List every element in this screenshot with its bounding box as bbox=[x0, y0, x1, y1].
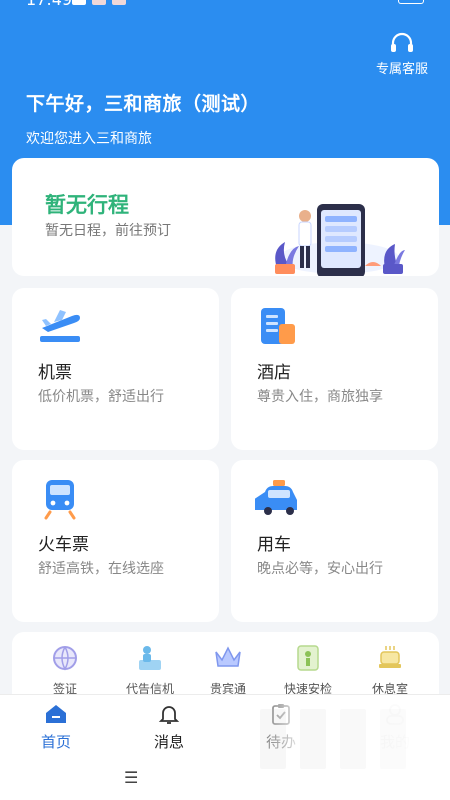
service-visa[interactable]: 签证 bbox=[25, 644, 105, 697]
car-card[interactable]: 用车 晚点必等，安心出行 bbox=[231, 460, 438, 622]
bell-icon bbox=[158, 706, 180, 724]
home-icon bbox=[46, 705, 66, 723]
tab-home[interactable]: 首页 bbox=[16, 703, 96, 752]
hotel-icon bbox=[261, 308, 295, 344]
notification-icon bbox=[72, 0, 86, 5]
trip-subtitle: 暂无日程，前往预订 bbox=[45, 223, 171, 239]
car-card-title: 用车 bbox=[257, 535, 291, 555]
status-time: 17:49 bbox=[26, 0, 72, 9]
service-lounge[interactable]: 休息室 bbox=[350, 644, 430, 697]
tab-label: 首页 bbox=[40, 733, 71, 751]
flight-card-title: 机票 bbox=[38, 363, 72, 383]
car-card-desc: 晚点必等，安心出行 bbox=[257, 561, 383, 577]
customer-service-button[interactable]: 专属客服 bbox=[370, 32, 434, 77]
headset-icon bbox=[391, 32, 413, 52]
hotel-card-desc: 尊贵入住，商旅独享 bbox=[257, 389, 383, 405]
service-check-in[interactable]: 代告信机 bbox=[110, 644, 190, 697]
lounge-icon bbox=[379, 646, 401, 668]
welcome-text: 欢迎您进入三和商旅 bbox=[26, 131, 152, 147]
decorative-overlay bbox=[240, 695, 450, 800]
status-bar: 17:49 bbox=[0, 0, 450, 9]
trip-card[interactable]: 暂无行程 暂无日程，前往预订 bbox=[12, 158, 439, 276]
notification-icon bbox=[92, 0, 106, 5]
customer-service-label: 专属客服 bbox=[375, 62, 428, 77]
crown-icon bbox=[215, 646, 241, 667]
tab-messages[interactable]: 消息 bbox=[129, 703, 209, 752]
train-card-title: 火车票 bbox=[38, 535, 89, 555]
greeting-title: 下午好，三和商旅（测试） bbox=[26, 93, 261, 115]
check-in-icon bbox=[139, 646, 161, 670]
more-services-panel: 签证 代告信机 贵宾通 快速安检 休息室 bbox=[12, 632, 439, 702]
hotel-card-title: 酒店 bbox=[257, 363, 291, 383]
train-icon bbox=[44, 480, 76, 520]
flight-card-desc: 低价机票，舒适出行 bbox=[38, 389, 164, 405]
menu-icon[interactable]: ☰ bbox=[124, 768, 138, 787]
globe-icon bbox=[53, 646, 77, 671]
trip-illustration bbox=[275, 204, 405, 276]
battery-icon bbox=[398, 0, 424, 4]
security-gate-icon bbox=[297, 645, 319, 671]
notification-icon bbox=[112, 0, 126, 5]
service-vip[interactable]: 贵宾通 bbox=[188, 644, 268, 697]
service-fast-security[interactable]: 快速安检 bbox=[268, 644, 348, 697]
train-card-desc: 舒适高铁，在线选座 bbox=[38, 561, 164, 577]
flight-card[interactable]: 机票 低价机票，舒适出行 bbox=[12, 288, 219, 450]
taxi-icon bbox=[255, 480, 297, 515]
tab-label: 消息 bbox=[153, 733, 184, 751]
airplane-icon bbox=[40, 310, 80, 342]
trip-title: 暂无行程 bbox=[45, 193, 129, 217]
train-card[interactable]: 火车票 舒适高铁，在线选座 bbox=[12, 460, 219, 622]
hotel-card[interactable]: 酒店 尊贵入住，商旅独享 bbox=[231, 288, 438, 450]
